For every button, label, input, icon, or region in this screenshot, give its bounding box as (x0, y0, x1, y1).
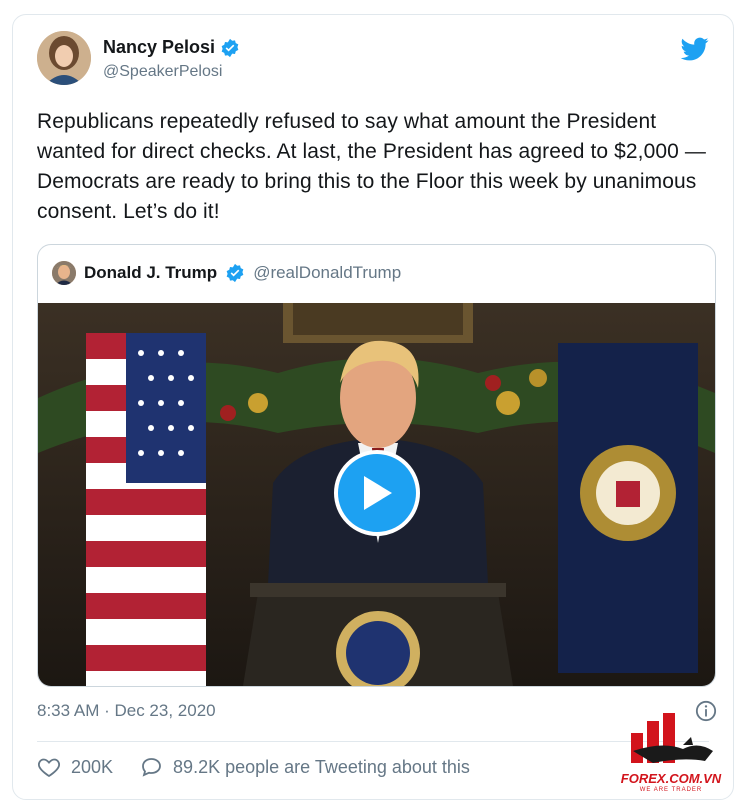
divider (37, 741, 709, 742)
like-count: 200K (71, 756, 114, 777)
comment-icon (142, 758, 161, 777)
author-name[interactable]: Nancy Pelosi (103, 37, 240, 58)
heart-icon (38, 758, 60, 778)
action-bar: 200K 89.2K people are Tweeting about thi… (37, 755, 470, 779)
play-button[interactable] (334, 450, 420, 536)
replies-text: 89.2K people are Tweeting about this (173, 756, 470, 777)
bull-chart-icon (631, 713, 713, 763)
watermark-brand: FOREX.COM.VN (620, 771, 722, 786)
like-action[interactable]: 200K (37, 755, 113, 779)
quoted-author-handle[interactable]: @realDonaldTrump (253, 263, 401, 283)
video-player[interactable] (38, 303, 715, 686)
author-avatar[interactable] (37, 31, 91, 85)
watermark-slogan: WE ARE TRADER (639, 787, 703, 793)
play-icon (364, 476, 392, 510)
tweet-card: Nancy Pelosi @SpeakerPelosi Republicans … (12, 14, 734, 800)
quoted-header: Donald J. Trump @realDonaldTrump (52, 259, 401, 287)
twitter-bird-icon[interactable] (679, 35, 711, 63)
quoted-avatar[interactable] (52, 261, 76, 285)
tweet-timestamp[interactable]: 8:33 AM · Dec 23, 2020 (37, 701, 216, 721)
reply-action[interactable]: 89.2K people are Tweeting about this (139, 755, 470, 779)
watermark-logo: FOREX.COM.VN WE ARE TRADER (613, 711, 729, 811)
tweet-text: Republicans repeatedly refused to say wh… (37, 110, 706, 223)
quoted-tweet[interactable]: Donald J. Trump @realDonaldTrump (37, 244, 716, 687)
verified-icon (226, 263, 244, 283)
quoted-author-name[interactable]: Donald J. Trump (84, 263, 217, 283)
verified-icon (221, 38, 239, 57)
author-name-text[interactable]: Nancy Pelosi (103, 37, 215, 58)
author-handle[interactable]: @SpeakerPelosi (103, 63, 222, 81)
